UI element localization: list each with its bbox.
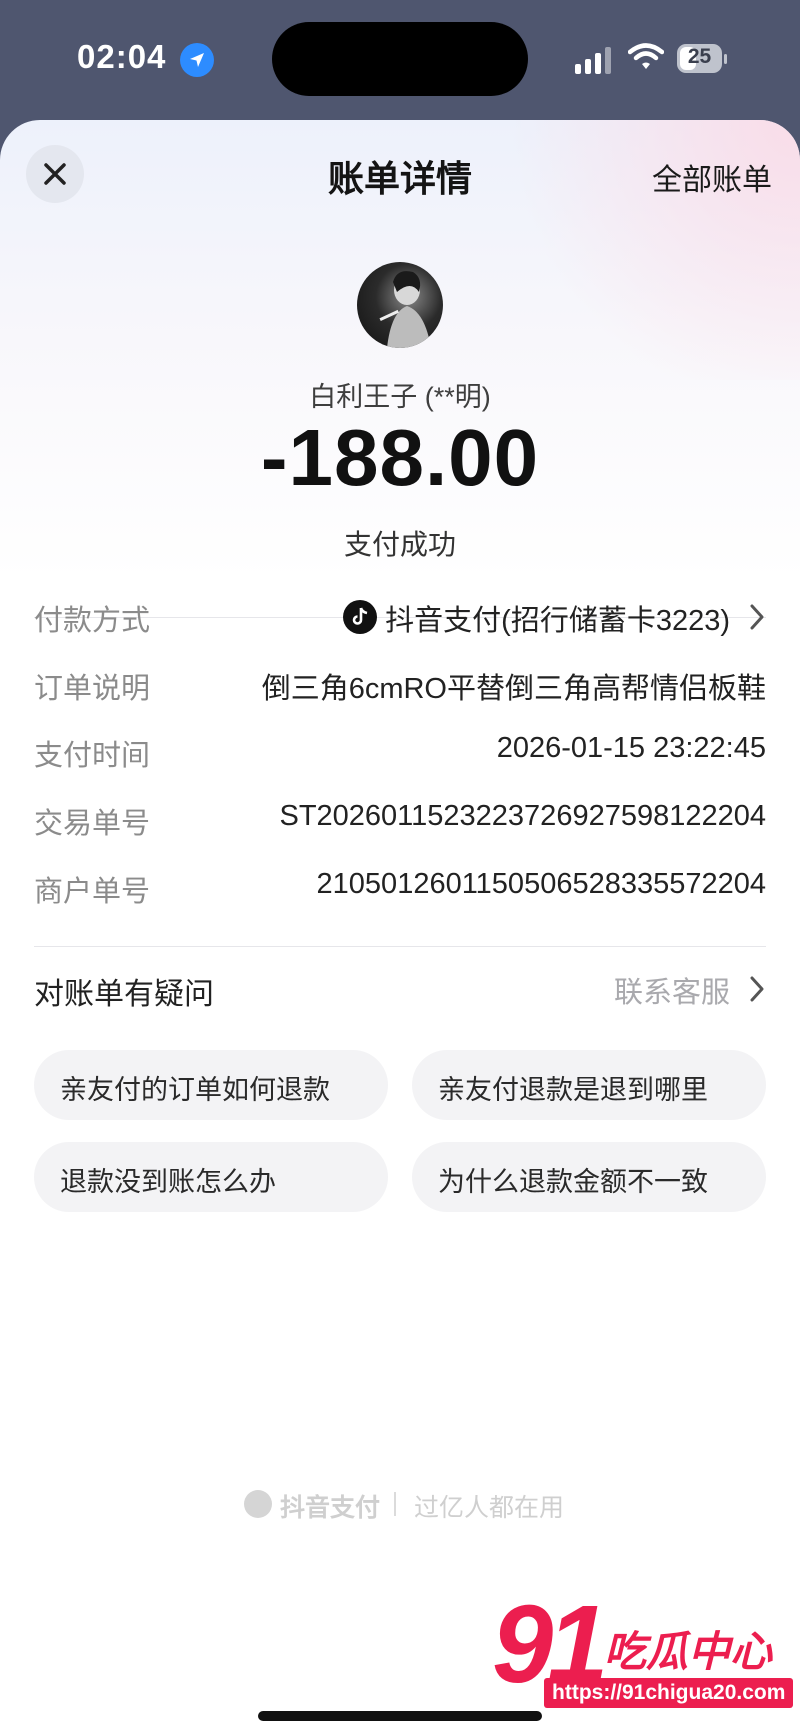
watermark-url: https://91chigua20.com xyxy=(544,1678,794,1708)
detail-row-merchant-no: 商户单号 2105012601150506528335572204 xyxy=(34,868,766,908)
footer-slogan: 过亿人都在用 xyxy=(414,1494,565,1522)
detail-value: 2026-01-15 23:22:45 xyxy=(496,732,766,764)
payment-method-value: 抖音支付(招行储蓄卡3223) xyxy=(343,597,730,639)
contact-support-label: 联系客服 xyxy=(613,977,730,1009)
douyin-pay-logo-icon xyxy=(244,1490,272,1518)
location-arrow-icon xyxy=(180,43,214,77)
footer-brand-name: 抖音支付 xyxy=(280,1494,381,1522)
detail-label: 订单说明 xyxy=(34,673,151,705)
detail-label: 付款方式 xyxy=(34,605,151,637)
faq-chip[interactable]: 亲友付退款是退到哪里 xyxy=(412,1050,766,1120)
signal-icon xyxy=(575,46,615,74)
detail-label: 交易单号 xyxy=(34,808,151,840)
douyin-pay-icon xyxy=(343,600,378,634)
watermark-name: 吃瓜中心 xyxy=(604,1628,773,1675)
watermark-logo: 91 吃瓜中心 https://91chigua20.com xyxy=(492,1590,794,1720)
status-time: 02:04 xyxy=(77,38,167,75)
all-bills-link[interactable]: 全部账单 xyxy=(652,155,772,199)
dynamic-island xyxy=(272,22,528,96)
battery-icon: 25 xyxy=(677,44,727,74)
payment-method-text: 抖音支付(招行储蓄卡3223) xyxy=(385,605,730,637)
faq-chip[interactable]: 退款没到账怎么办 xyxy=(34,1142,388,1212)
detail-row-pay-time: 支付时间 2026-01-15 23:22:45 xyxy=(34,732,766,772)
detail-value: ST20260115232237269275981222​04 xyxy=(279,800,766,832)
wifi-icon xyxy=(627,42,665,77)
faq-label: 退款没到账怎么办 xyxy=(60,1167,276,1197)
faq-label: 亲友付退款是退到哪里 xyxy=(438,1075,708,1105)
detail-value: 2105012601150506528335572204 xyxy=(316,868,766,900)
avatar xyxy=(357,262,443,348)
detail-label: 支付时间 xyxy=(34,740,151,772)
payment-status: 支付成功 xyxy=(343,529,456,560)
chevron-right-icon xyxy=(750,604,764,630)
chevron-right-icon xyxy=(750,976,764,1002)
detail-row-method[interactable]: 付款方式 抖音支付(招行储蓄卡3223) xyxy=(34,597,766,637)
detail-value: 倒三角6cmRO平替倒三角高帮情侣板鞋 xyxy=(261,673,766,705)
home-indicator[interactable] xyxy=(258,1711,542,1721)
payment-amount: -188.00 xyxy=(260,413,540,502)
bill-detail-sheet: 账单详情 全部账单 白利王子 (**明) -188.00 支付成功 付款方式 抖… xyxy=(0,120,800,1735)
detail-label: 商户单号 xyxy=(34,876,151,908)
divider xyxy=(34,946,766,947)
status-bar: 02:04 25 xyxy=(0,0,800,115)
faq-label: 亲友付的订单如何退款 xyxy=(60,1075,330,1105)
detail-row-order-note: 订单说明 倒三角6cmRO平替倒三角高帮情侣板鞋 xyxy=(34,665,766,705)
faq-chip[interactable]: 为什么退款金额不一致 xyxy=(412,1142,766,1212)
battery-level-text: 25 xyxy=(687,45,712,68)
faq-chip[interactable]: 亲友付的订单如何退款 xyxy=(34,1050,388,1120)
merchant-name: 白利王子 (**明) xyxy=(309,382,491,412)
faq-label: 为什么退款金额不一致 xyxy=(438,1167,708,1197)
help-title: 对账单有疑问 xyxy=(34,978,214,1011)
detail-row-transaction-no: 交易单号 ST20260115232237269275981222​04 xyxy=(34,800,766,840)
